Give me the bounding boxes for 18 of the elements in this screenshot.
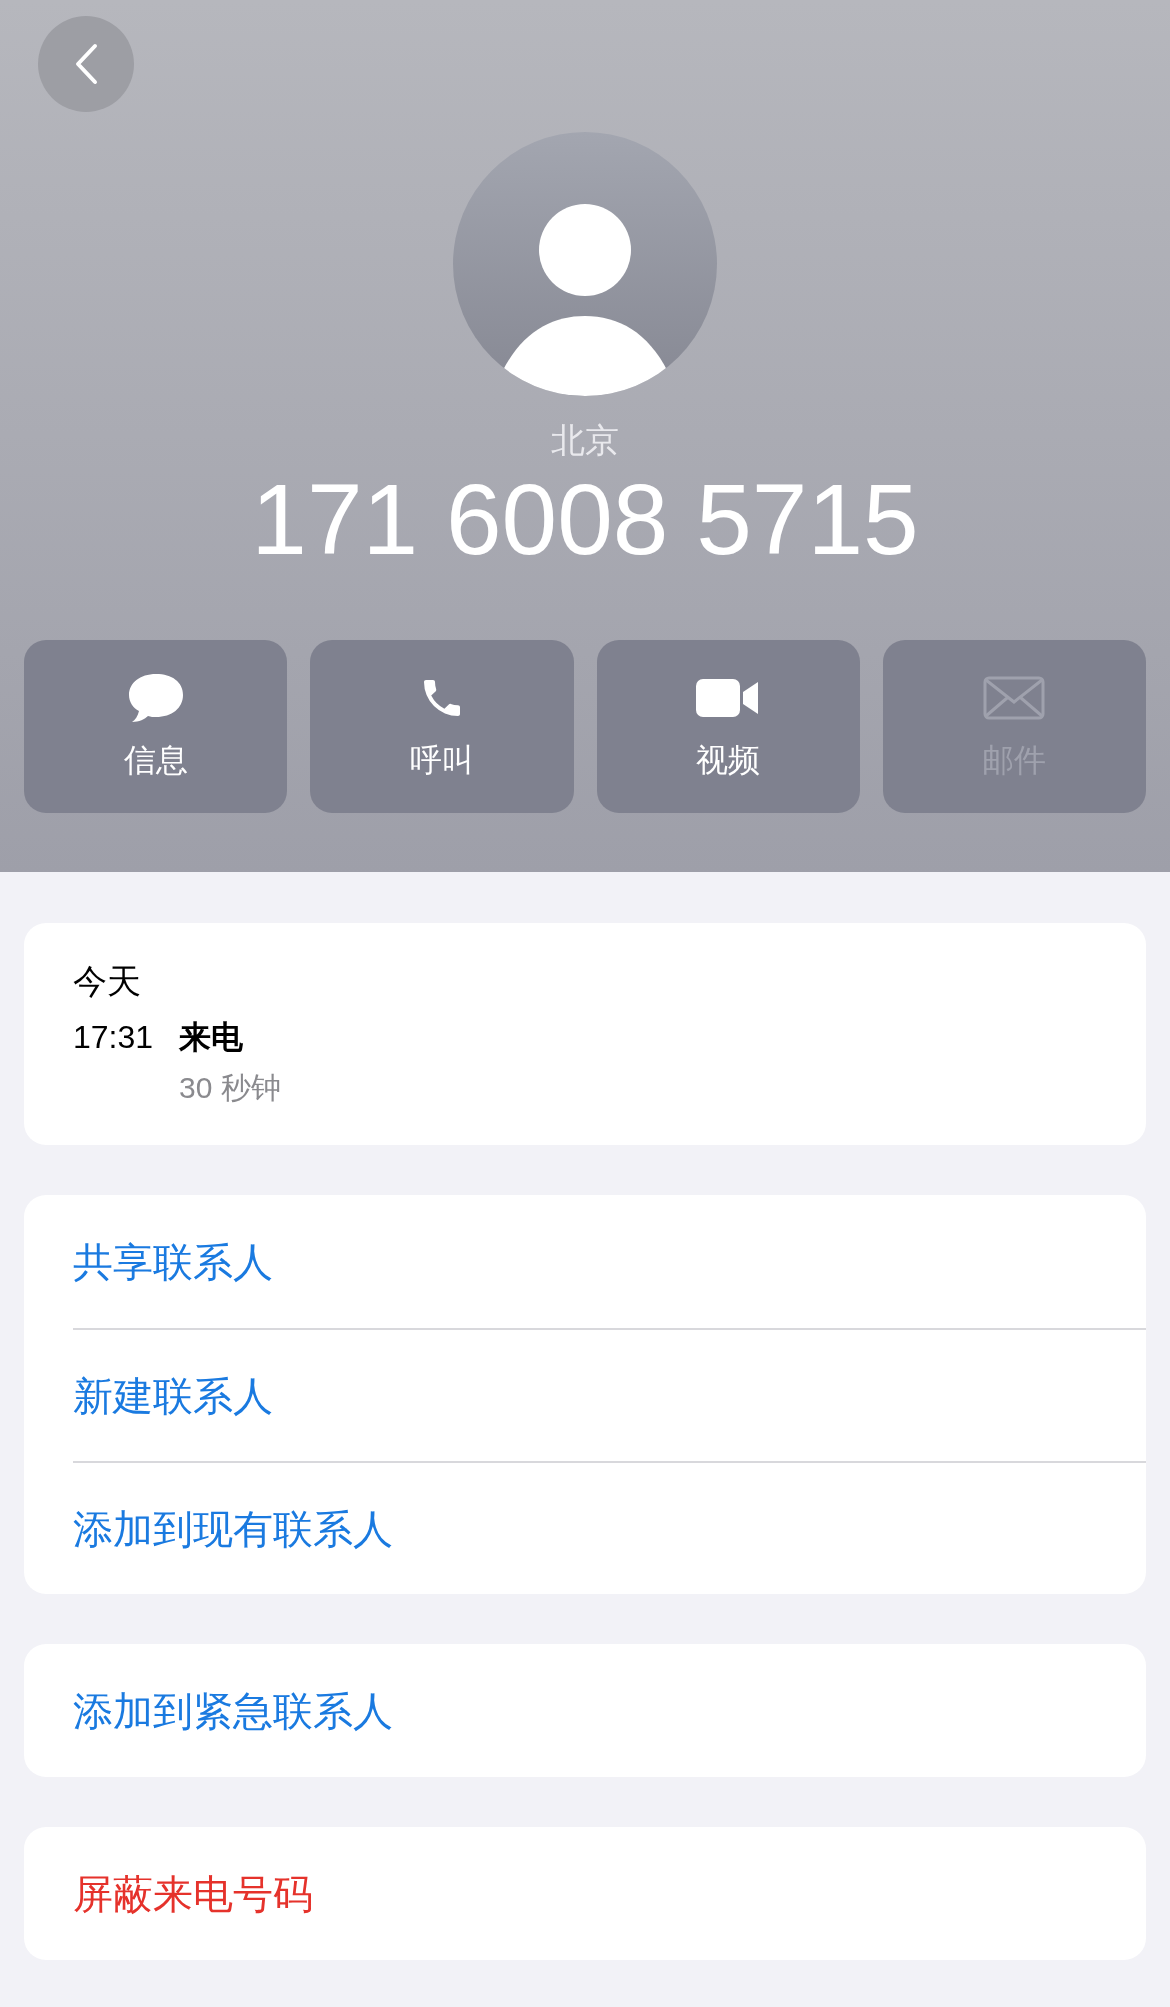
phone-number: 171 6008 5715 (251, 464, 919, 574)
option-link[interactable]: 添加到现有联系人 (73, 1504, 393, 1553)
option-link[interactable]: 屏蔽来电号码 (73, 1869, 313, 1918)
speech-bubble-icon (126, 671, 185, 724)
video-camera-icon (696, 676, 761, 719)
chevron-left-icon (74, 43, 98, 85)
call-duration: 30 秒钟 (179, 1070, 281, 1106)
action-button[interactable]: 信息 (24, 640, 288, 813)
action-button[interactable]: 呼叫 (310, 640, 574, 813)
option-link[interactable]: 新建联系人 (73, 1371, 273, 1420)
call-type: 来电 (179, 1018, 244, 1057)
call-time: 17:31 (73, 1018, 155, 1057)
envelope-icon (983, 675, 1046, 720)
location-label: 北京 (551, 420, 619, 460)
day-label: 今天 (73, 961, 142, 1001)
option-link[interactable]: 共享联系人 (73, 1237, 273, 1286)
option-link[interactable]: 添加到紧急联系人 (73, 1686, 393, 1735)
action-button[interactable]: 视频 (596, 640, 860, 813)
